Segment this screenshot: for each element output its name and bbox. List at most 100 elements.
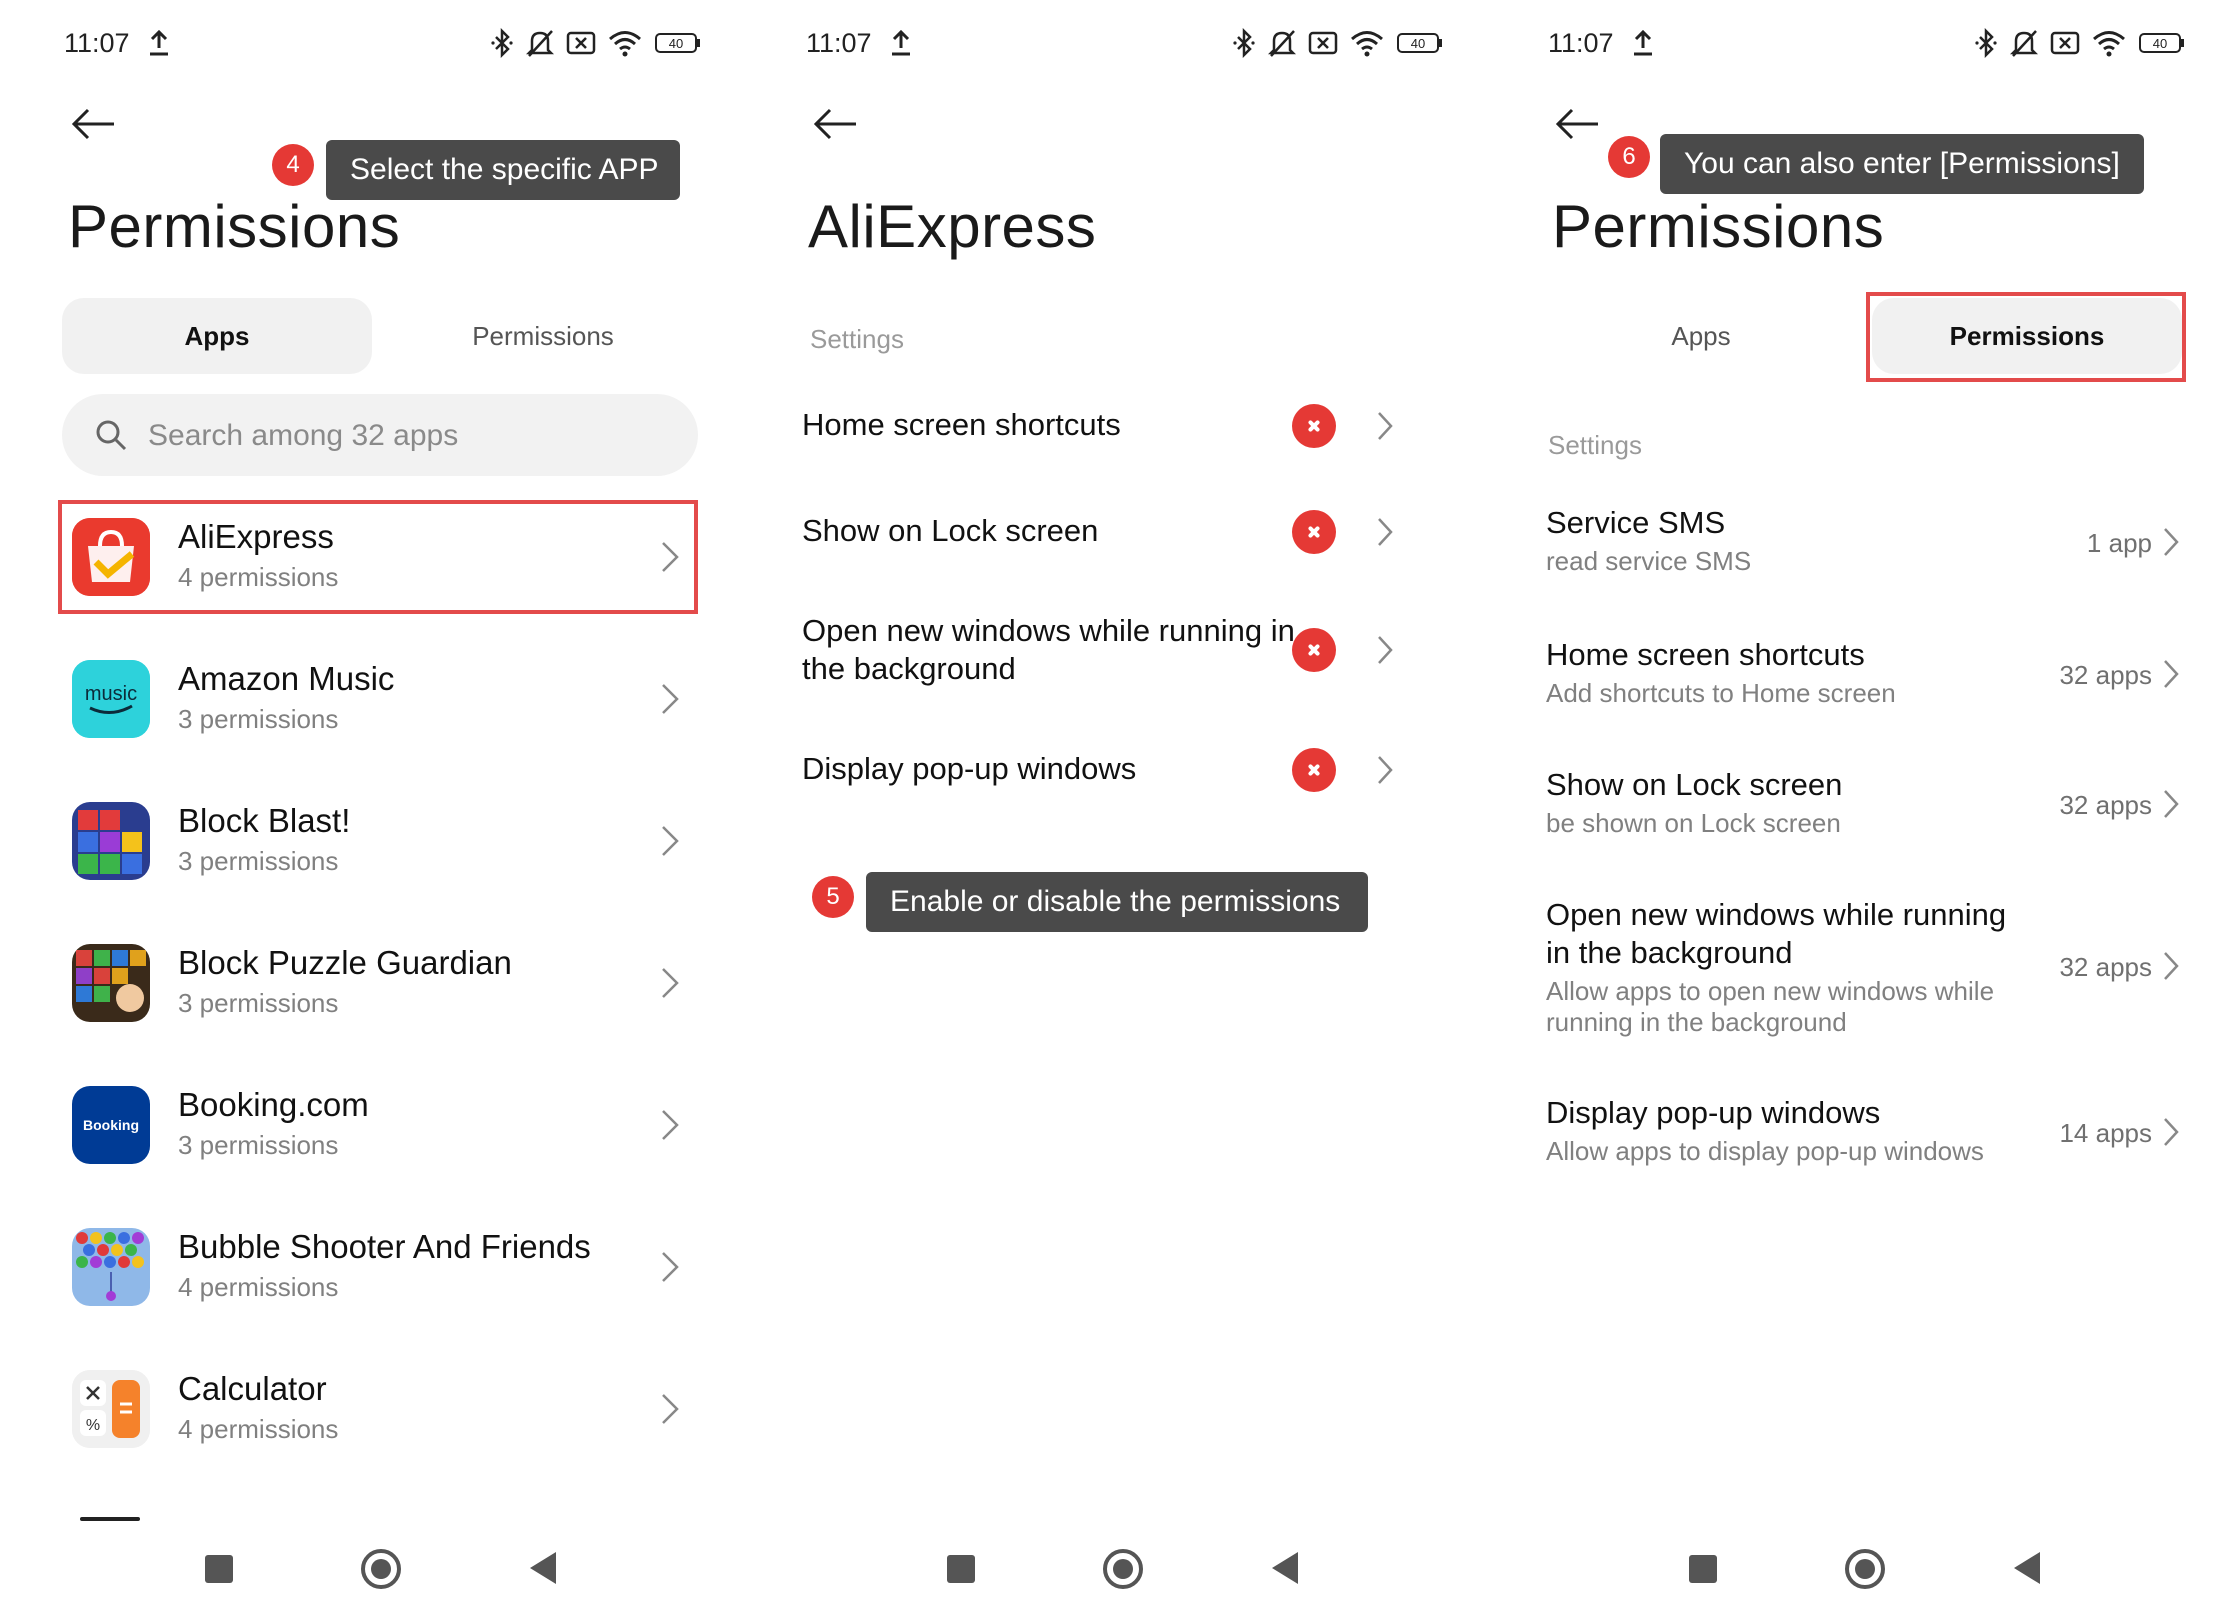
step-tooltip: You can also enter [Permissions] xyxy=(1660,134,2144,194)
bluetooth-icon xyxy=(1975,28,1997,58)
amazon-music-icon: music xyxy=(72,660,150,738)
mute-bell-icon xyxy=(1268,30,1296,57)
battery-icon: 40 xyxy=(655,33,700,53)
tab-apps[interactable]: Apps xyxy=(62,298,372,374)
chevron-right-icon xyxy=(2164,528,2179,556)
wifi-icon xyxy=(2093,31,2125,57)
search-bar xyxy=(62,394,698,478)
list-item[interactable]: Bubble Shooter And Friends 4 permissions xyxy=(56,1210,696,1324)
upload-icon xyxy=(150,30,168,56)
permission-denied-toggle[interactable] xyxy=(1292,510,1336,554)
panel-app-permissions: 11:07 40 AliExpress Settings Home screen… xyxy=(742,0,1484,1623)
permission-subtitle: Add shortcuts to Home screen xyxy=(1546,678,1896,708)
chevron-right-icon xyxy=(662,1394,679,1424)
recents-square-icon[interactable] xyxy=(204,1554,234,1584)
bluetooth-icon xyxy=(491,28,513,58)
setting-row-popup-windows[interactable]: Display pop-up windows xyxy=(802,744,1442,796)
permission-row-service-sms[interactable]: Service SMS read service SMS 1 app xyxy=(1546,504,2206,584)
block-puzzle-guardian-icon xyxy=(72,944,150,1022)
permission-subtitle: read service SMS xyxy=(1546,546,1752,576)
svg-text:music: music xyxy=(85,683,137,705)
list-item[interactable]: Block Blast! 3 permissions xyxy=(56,784,696,898)
navigation-bar xyxy=(742,1540,1484,1600)
permission-app-count: 1 app xyxy=(2086,528,2152,558)
chevron-right-icon xyxy=(662,684,679,714)
chevron-right-icon xyxy=(1378,756,1393,784)
svg-text:Booking: Booking xyxy=(83,1117,139,1133)
svg-text:40: 40 xyxy=(1411,36,1425,51)
setting-row-home-shortcuts[interactable]: Home screen shortcuts xyxy=(802,400,1442,452)
permission-denied-toggle[interactable] xyxy=(1292,748,1336,792)
step-badge: 4 xyxy=(272,144,314,186)
panel-permissions-tab: 11:07 40 Permissions 6 You can also ente… xyxy=(1484,0,2226,1623)
permission-title: Display pop-up windows xyxy=(1546,1095,1881,1130)
app-name: Calculator xyxy=(178,1370,327,1407)
recents-square-icon[interactable] xyxy=(946,1554,976,1584)
battery-icon: 40 xyxy=(2139,33,2184,53)
setting-title: Home screen shortcuts xyxy=(802,407,1121,442)
app-permission-count: 3 permissions xyxy=(178,846,339,876)
home-circle-icon[interactable] xyxy=(1844,1548,1886,1590)
step-badge: 6 xyxy=(1608,136,1650,178)
permission-denied-toggle[interactable] xyxy=(1292,404,1336,448)
app-name: Booking.com xyxy=(178,1086,369,1123)
setting-title: Display pop-up windows xyxy=(802,751,1137,786)
back-triangle-icon[interactable] xyxy=(1270,1550,1300,1586)
list-item[interactable]: % Calculator 4 permissions xyxy=(56,1352,696,1466)
permission-denied-toggle[interactable] xyxy=(1292,628,1336,672)
app-name: Block Puzzle Guardian xyxy=(178,944,512,981)
permission-app-count: 32 apps xyxy=(2059,790,2152,820)
app-permission-count: 3 permissions xyxy=(178,1130,339,1160)
recents-square-icon[interactable] xyxy=(1688,1554,1718,1584)
sim-x-icon xyxy=(2050,31,2080,55)
bubble-shooter-icon xyxy=(72,1228,150,1306)
sim-x-icon xyxy=(1308,31,1338,55)
chevron-right-icon xyxy=(662,826,679,856)
list-item[interactable]: Block Puzzle Guardian 3 permissions xyxy=(56,926,696,1040)
battery-icon: 40 xyxy=(1397,33,1442,53)
list-item[interactable]: Booking Booking.com 3 permissions xyxy=(56,1068,696,1182)
permission-subtitle: be shown on Lock screen xyxy=(1546,808,1841,838)
mute-bell-icon xyxy=(526,30,554,57)
setting-row-lock-screen[interactable]: Show on Lock screen xyxy=(802,506,1442,558)
back-triangle-icon[interactable] xyxy=(2012,1550,2042,1586)
status-icons: 40 xyxy=(1974,28,2186,58)
navigation-bar xyxy=(0,1540,742,1600)
sim-x-icon xyxy=(566,31,596,55)
back-arrow-icon[interactable] xyxy=(1554,104,1600,144)
page-title: AliExpress xyxy=(808,193,1097,260)
next-item-edge xyxy=(80,1517,140,1521)
search-input[interactable] xyxy=(146,394,670,478)
permission-row-background-windows[interactable]: Open new windows while running in the ba… xyxy=(1546,896,2206,1046)
back-arrow-icon[interactable] xyxy=(70,104,116,144)
permission-row-popup-windows[interactable]: Display pop-up windows Allow apps to dis… xyxy=(1546,1094,2206,1174)
back-arrow-icon[interactable] xyxy=(812,104,858,144)
page-title: Permissions xyxy=(68,193,401,260)
upload-icon xyxy=(1634,30,1652,56)
chevron-right-icon xyxy=(2164,1118,2179,1146)
chevron-right-icon xyxy=(662,968,679,998)
panel-apps-list: 11:07 40 Permissions 4 Select the specif… xyxy=(0,0,742,1623)
status-icons: 40 xyxy=(490,28,702,58)
tab-bar: Apps Permissions xyxy=(62,298,698,374)
svg-text:40: 40 xyxy=(2153,36,2167,51)
permission-row-lock-screen[interactable]: Show on Lock screen be shown on Lock scr… xyxy=(1546,766,2206,846)
wifi-icon xyxy=(1351,31,1383,57)
back-triangle-icon[interactable] xyxy=(528,1550,558,1586)
permission-row-home-shortcuts[interactable]: Home screen shortcuts Add shortcuts to H… xyxy=(1546,636,2206,716)
permission-title: Service SMS xyxy=(1546,505,1726,540)
chevron-right-icon xyxy=(1378,412,1393,440)
permission-app-count: 14 apps xyxy=(2059,1118,2152,1148)
chevron-right-icon xyxy=(2164,790,2179,818)
navigation-bar xyxy=(1484,1540,2226,1600)
list-item[interactable]: music Amazon Music 3 permissions xyxy=(56,642,696,756)
wifi-icon xyxy=(609,31,641,57)
app-permission-count: 4 permissions xyxy=(178,1272,339,1302)
home-circle-icon[interactable] xyxy=(1102,1548,1144,1590)
tab-apps[interactable]: Apps xyxy=(1546,298,1856,374)
search-icon xyxy=(96,420,127,451)
home-circle-icon[interactable] xyxy=(360,1548,402,1590)
tab-permissions[interactable]: Permissions xyxy=(388,298,698,374)
permission-title: Open new windows while running in the ba… xyxy=(1546,897,2007,970)
setting-row-background-windows[interactable]: Open new windows while running in the ba… xyxy=(802,608,1442,692)
